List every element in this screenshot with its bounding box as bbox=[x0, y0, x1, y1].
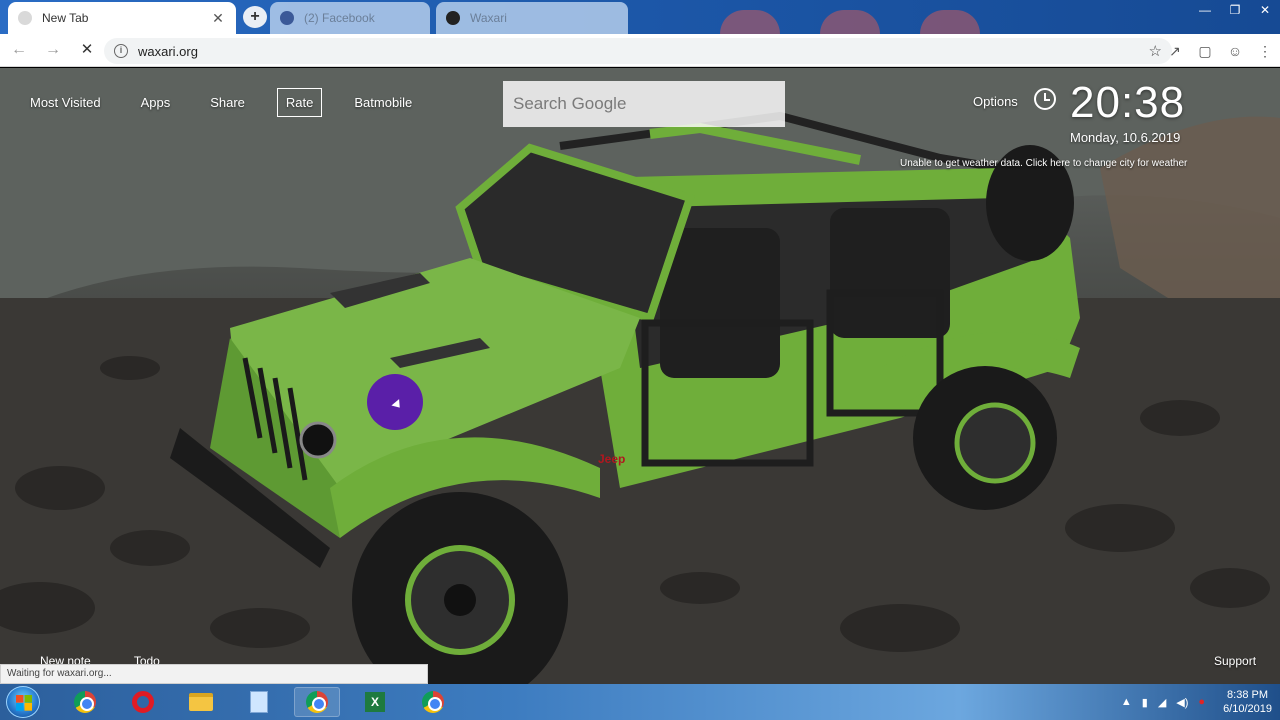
options-link[interactable]: Options bbox=[973, 94, 1018, 109]
windows-taskbar: X ▲ ▮ ◢ ◀) ● 8:38 PM 6/10/2019 bbox=[0, 684, 1280, 720]
forward-icon[interactable]: → bbox=[38, 35, 68, 65]
tab-new-tab[interactable]: New Tab ✕ bbox=[8, 2, 236, 34]
system-tray: ▲ ▮ ◢ ◀) ● 8:38 PM 6/10/2019 bbox=[1121, 684, 1272, 720]
chrome-icon bbox=[306, 691, 328, 713]
url-text: waxari.org bbox=[138, 43, 198, 59]
close-icon[interactable]: ✕ bbox=[210, 10, 226, 27]
extension-icon[interactable]: ↗ bbox=[1160, 38, 1190, 64]
opera-icon bbox=[132, 691, 154, 713]
tab-waxari[interactable]: Waxari bbox=[436, 2, 628, 34]
taskbar-date: 6/10/2019 bbox=[1223, 703, 1272, 715]
tab-title: (2) Facebook bbox=[304, 11, 375, 25]
window-controls: — ❐ ✕ bbox=[1190, 0, 1280, 22]
folder-icon bbox=[189, 693, 213, 711]
nav-apps[interactable]: Apps bbox=[133, 89, 179, 116]
status-bar: Waiting for waxari.org... bbox=[0, 664, 428, 684]
tab-title: Waxari bbox=[470, 11, 507, 25]
clock-time: 20:38 bbox=[1070, 78, 1186, 127]
support-link[interactable]: Support bbox=[1214, 654, 1256, 668]
taskbar-time: 8:38 PM bbox=[1227, 689, 1269, 701]
browser-tab-strip: New Tab ✕ + (2) Facebook Waxari — ❐ ✕ bbox=[0, 0, 1280, 34]
chrome-icon bbox=[422, 691, 444, 713]
search-input[interactable] bbox=[503, 81, 785, 127]
chrome-icon bbox=[74, 691, 96, 713]
battery-icon[interactable]: ▮ bbox=[1142, 696, 1148, 709]
address-bar[interactable]: i waxari.org ☆ bbox=[104, 38, 1172, 64]
browser-toolbar: ← → ✕ i waxari.org ☆ ↗ ▢ ☺ ⋮ bbox=[0, 34, 1280, 67]
toolbar-extensions: ↗ ▢ ☺ ⋮ bbox=[1160, 38, 1280, 64]
taskbar-chrome-profile[interactable] bbox=[410, 687, 456, 717]
taskbar-chrome[interactable] bbox=[62, 687, 108, 717]
stop-loading-icon[interactable]: ✕ bbox=[72, 35, 102, 65]
nav-most-visited[interactable]: Most Visited bbox=[22, 89, 109, 116]
tab-title: New Tab bbox=[42, 11, 89, 25]
show-hidden-icons-icon[interactable]: ▲ bbox=[1121, 696, 1132, 708]
minimize-icon[interactable]: — bbox=[1190, 0, 1220, 22]
facebook-favicon-icon bbox=[280, 11, 294, 25]
top-navigation: Most Visited Apps Share Rate Batmobile bbox=[22, 88, 444, 117]
back-icon[interactable]: ← bbox=[4, 35, 34, 65]
close-window-icon[interactable]: ✕ bbox=[1250, 0, 1280, 22]
nav-batmobile[interactable]: Batmobile bbox=[346, 89, 420, 116]
start-button[interactable] bbox=[6, 686, 40, 718]
profile-icon[interactable]: ☺ bbox=[1220, 38, 1250, 64]
background-decoration bbox=[700, 8, 1100, 34]
maximize-icon[interactable]: ❐ bbox=[1220, 0, 1250, 22]
clock-icon[interactable] bbox=[1034, 88, 1056, 110]
taskbar-clock[interactable]: 8:38 PM 6/10/2019 bbox=[1223, 688, 1272, 716]
notepad-icon bbox=[250, 691, 268, 713]
mouse-cursor-highlight bbox=[367, 374, 423, 430]
taskbar-excel[interactable]: X bbox=[352, 687, 398, 717]
excel-icon: X bbox=[365, 692, 385, 712]
taskbar-opera[interactable] bbox=[120, 687, 166, 717]
new-tab-button[interactable]: + bbox=[243, 6, 267, 28]
taskbar-chrome-active[interactable] bbox=[294, 687, 340, 717]
extension-icon[interactable]: ▢ bbox=[1190, 38, 1220, 64]
clock-date: Monday, 10.6.2019 bbox=[1070, 130, 1181, 145]
new-tab-favicon-icon bbox=[18, 11, 32, 25]
tab-facebook[interactable]: (2) Facebook bbox=[270, 2, 430, 34]
network-icon[interactable]: ◢ bbox=[1158, 696, 1166, 709]
nav-rate[interactable]: Rate bbox=[276, 88, 323, 117]
svg-text:Jeep: Jeep bbox=[598, 452, 625, 466]
new-tab-page: Jeep Most Visited Apps Share Rate Batmob… bbox=[0, 68, 1280, 684]
taskbar-explorer[interactable] bbox=[178, 687, 224, 717]
menu-icon[interactable]: ⋮ bbox=[1250, 38, 1280, 64]
recorder-icon[interactable]: ● bbox=[1198, 696, 1205, 708]
volume-icon[interactable]: ◀) bbox=[1176, 696, 1188, 709]
waxari-favicon-icon bbox=[446, 11, 460, 25]
weather-message[interactable]: Unable to get weather data. Click here t… bbox=[900, 158, 1187, 169]
site-info-icon[interactable]: i bbox=[114, 44, 128, 58]
taskbar-notepad[interactable] bbox=[236, 687, 282, 717]
nav-share[interactable]: Share bbox=[202, 89, 253, 116]
